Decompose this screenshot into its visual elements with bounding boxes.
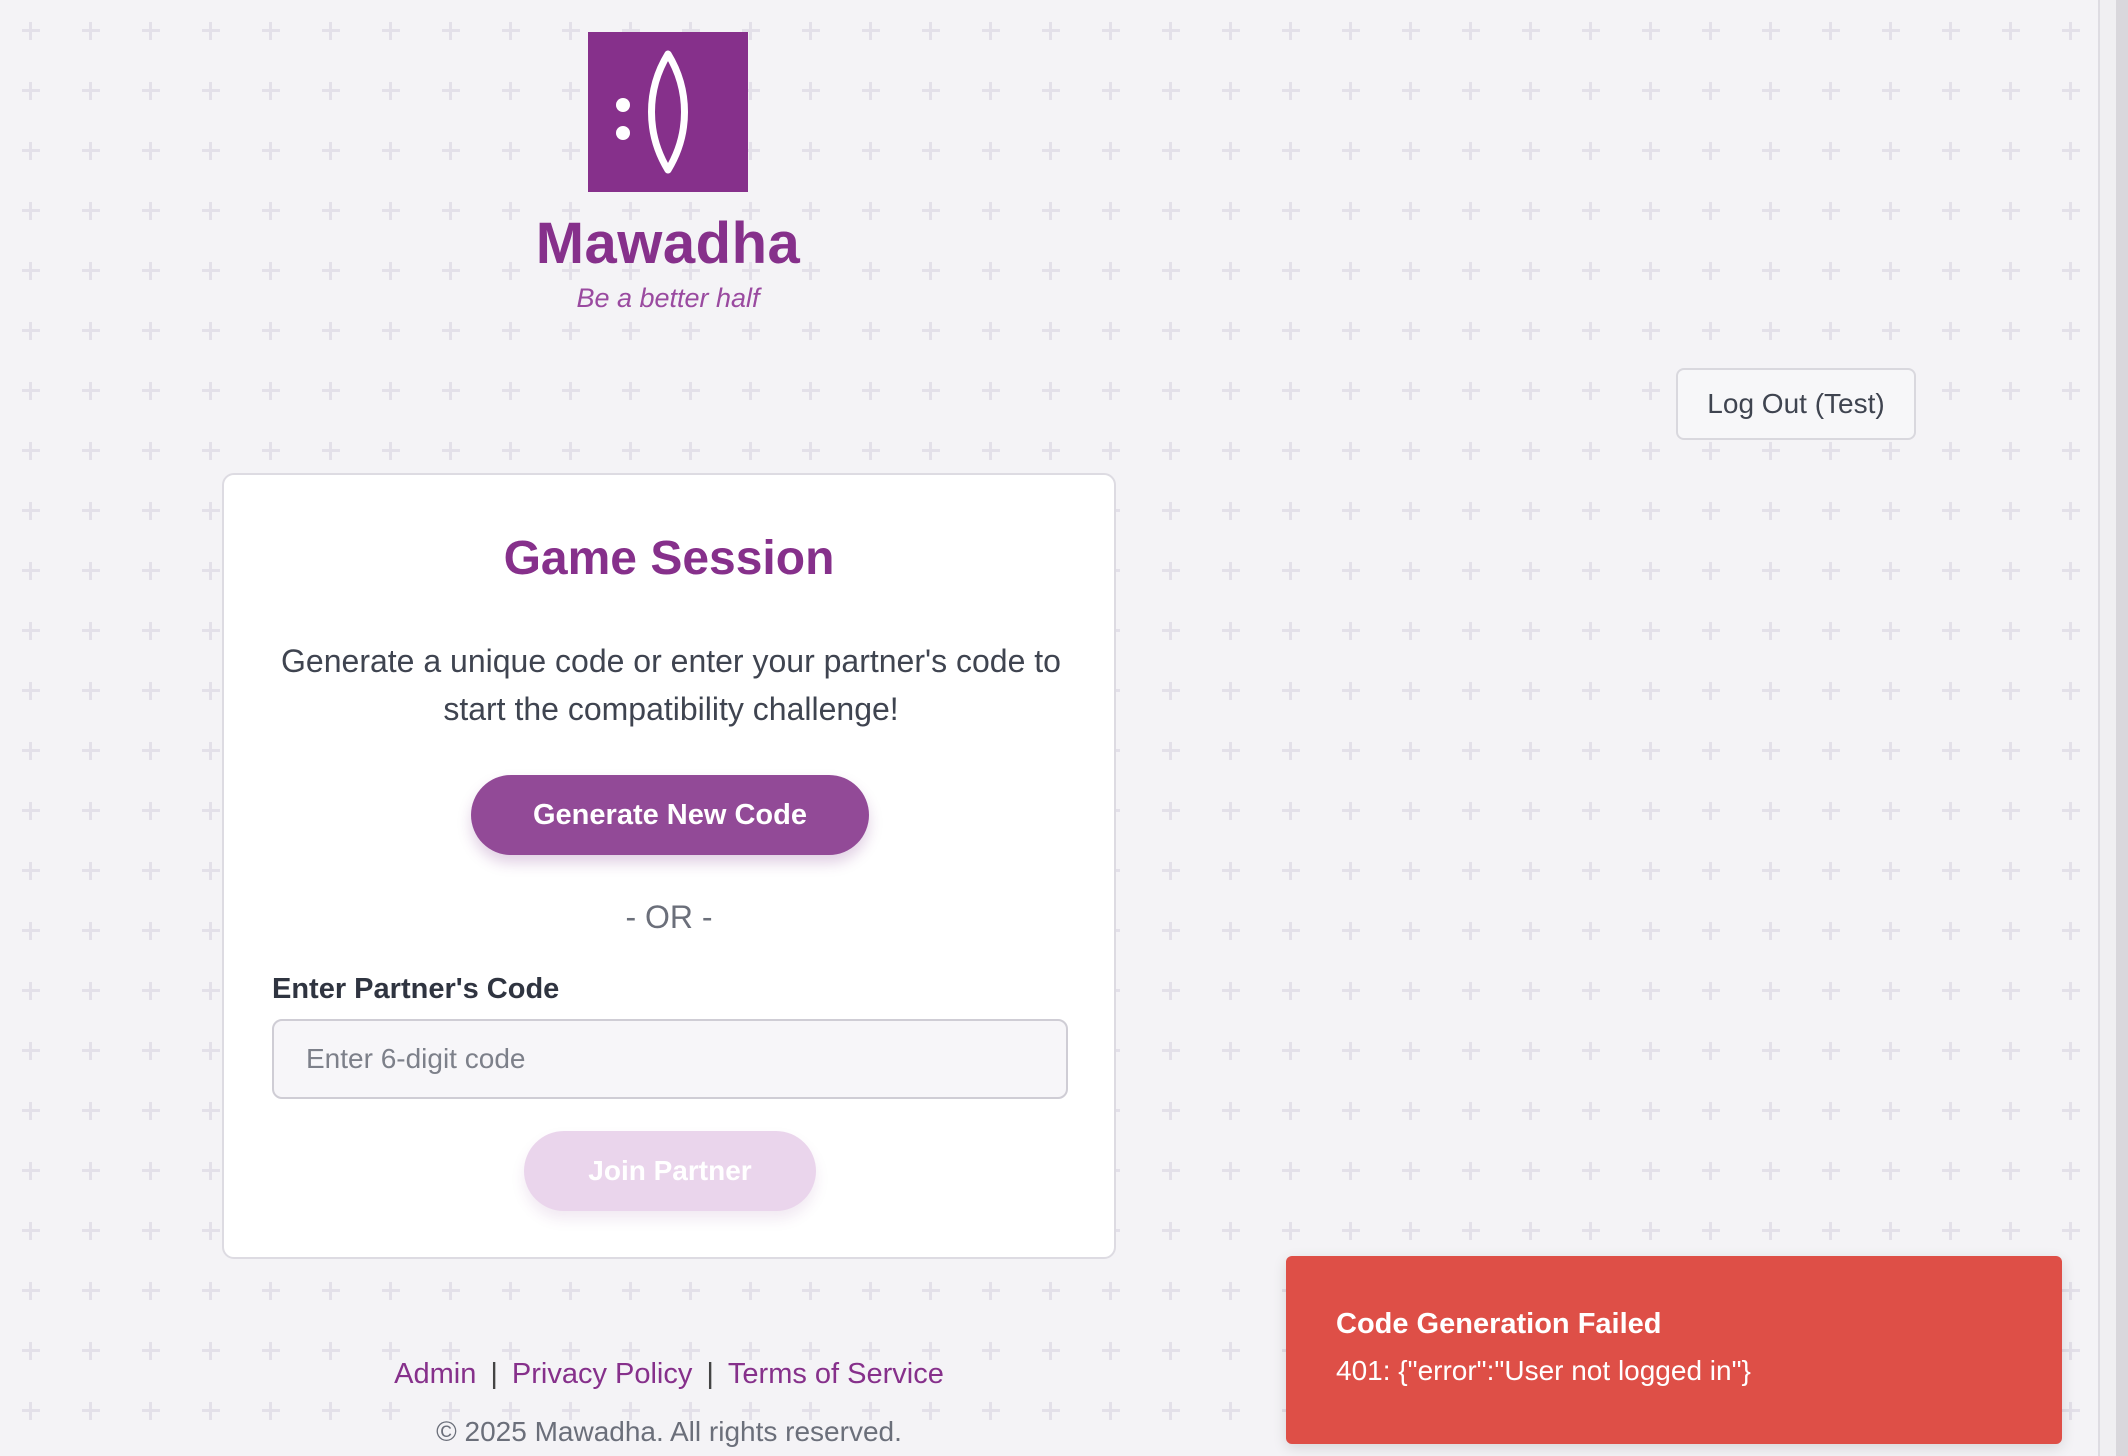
- footer-separator: |: [706, 1358, 714, 1390]
- brand-header: Mawadha Be a better half: [468, 32, 868, 314]
- partner-code-label: Enter Partner's Code: [272, 973, 560, 1005]
- game-session-card: Game Session Generate a unique code or e…: [222, 473, 1116, 1259]
- mawadha-logo-icon: [588, 32, 748, 192]
- brand-name: Mawadha: [535, 211, 801, 276]
- toast-title: Code Generation Failed: [1336, 1308, 1662, 1340]
- toast-message: 401: {"error":"User not logged in"}: [1336, 1355, 1751, 1386]
- logout-button[interactable]: Log Out (Test): [1676, 368, 1916, 440]
- footer-separator: |: [490, 1358, 498, 1390]
- admin-link[interactable]: Admin: [394, 1358, 476, 1390]
- scrollbar-edge: [2116, 0, 2128, 1456]
- partner-code-input[interactable]: [272, 1019, 1068, 1099]
- page-title: Game Session: [503, 532, 835, 585]
- privacy-policy-link[interactable]: Privacy Policy: [512, 1358, 693, 1390]
- generate-code-button[interactable]: Generate New Code: [471, 775, 869, 855]
- join-partner-button[interactable]: Join Partner: [524, 1131, 816, 1211]
- error-toast[interactable]: Code Generation Failed 401: {"error":"Us…: [1286, 1256, 2062, 1444]
- footer-links: Admin | Privacy Policy | Terms of Service: [222, 1358, 1116, 1391]
- terms-of-service-link[interactable]: Terms of Service: [728, 1358, 944, 1390]
- brand-tagline: Be a better half: [576, 283, 760, 313]
- session-description: Generate a unique code or enter your par…: [281, 643, 1061, 727]
- or-divider: - OR -: [625, 899, 713, 935]
- scrollbar[interactable]: [2098, 0, 2128, 1456]
- copyright-text: © 2025 Mawadha. All rights reserved.: [436, 1416, 902, 1447]
